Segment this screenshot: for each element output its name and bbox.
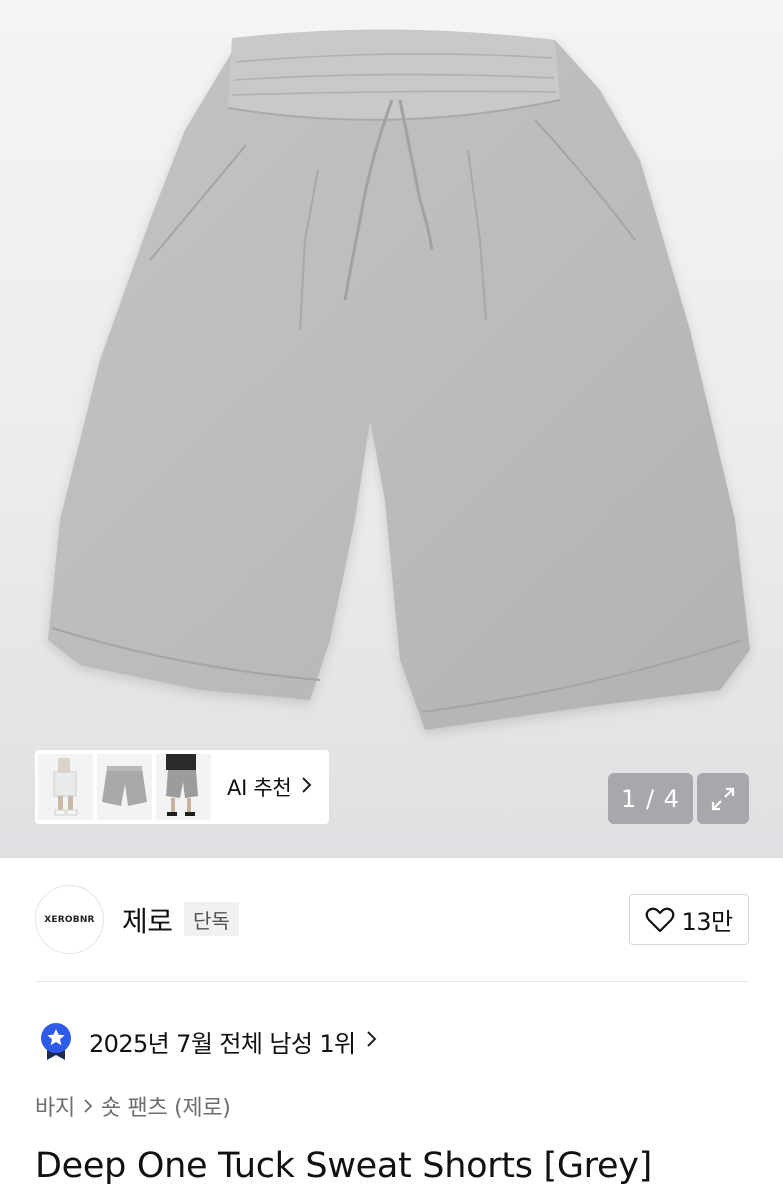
- breadcrumb-item-subcategory[interactable]: 숏 팬츠 (제로): [101, 1090, 231, 1122]
- ai-thumbnail-3[interactable]: [156, 754, 211, 820]
- exclusive-badge: 단독: [184, 902, 239, 936]
- ranking-medal-icon: [41, 1023, 71, 1060]
- like-count: 13만: [681, 908, 733, 936]
- image-counter: 1 / 4: [608, 773, 693, 824]
- chevron-right-icon: [366, 1030, 378, 1052]
- breadcrumb-item-category[interactable]: 바지: [35, 1090, 75, 1122]
- ai-recommend-card[interactable]: AI 추천: [35, 750, 329, 824]
- brand-name[interactable]: 제로: [122, 900, 173, 940]
- like-button[interactable]: 13만: [629, 894, 749, 945]
- product-page: AI 추천 1 / 4 XEROBNR 제로 단독 13만 2025년 7월 전…: [0, 0, 783, 1200]
- expand-icon: [711, 787, 735, 810]
- chevron-right-icon: [301, 776, 313, 798]
- ranking-link[interactable]: 2025년 7월 전체 남성 1위: [37, 1020, 378, 1062]
- product-image: [48, 29, 750, 730]
- divider: [35, 981, 749, 982]
- heart-icon: [646, 907, 675, 932]
- product-title: Deep One Tuck Sweat Shorts [Grey]: [35, 1146, 652, 1186]
- ai-recommend-label: AI 추천: [227, 776, 292, 800]
- ai-thumbnail-2[interactable]: [97, 754, 152, 820]
- ranking-text: 2025년 7월 전체 남성 1위: [89, 1029, 356, 1058]
- product-image-gallery[interactable]: AI 추천 1 / 4: [0, 0, 783, 858]
- chevron-right-icon: [83, 1098, 93, 1114]
- brand-logo[interactable]: XEROBNR: [35, 885, 104, 954]
- ai-thumbnail-1[interactable]: [38, 754, 93, 820]
- expand-image-button[interactable]: [697, 773, 749, 824]
- breadcrumb: 바지 숏 팬츠 (제로): [35, 1090, 231, 1122]
